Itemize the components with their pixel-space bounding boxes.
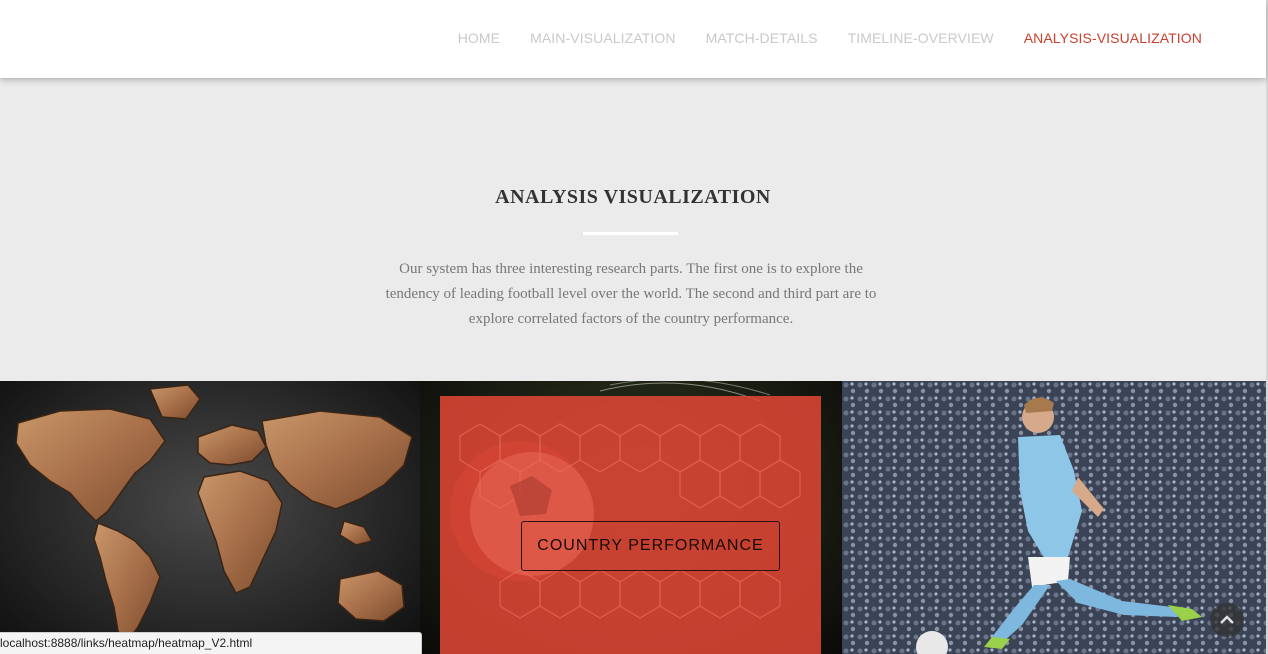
nav-item-analysis-visualization[interactable]: ANALYSIS-VISUALIZATION — [1024, 30, 1202, 46]
country-performance-tile[interactable]: COUNTRY PERFORMANCE — [420, 381, 842, 654]
nav-item-match-details[interactable]: MATCH-DETAILS — [706, 30, 818, 46]
football-player-image — [842, 381, 1266, 654]
world-map-tile[interactable] — [0, 381, 420, 654]
nav-menu: HOME MAIN-VISUALIZATION MATCH-DETAILS TI… — [428, 30, 1202, 46]
scroll-to-top-button[interactable] — [1210, 603, 1244, 637]
status-url: localhost:8888/links/heatmap/heatmap_V2.… — [0, 636, 253, 650]
section-description: Our system has three interesting researc… — [385, 261, 877, 327]
nav-item-home[interactable]: HOME — [458, 30, 500, 46]
analysis-gallery: COUNTRY PERFORMANCE — [0, 381, 1266, 654]
nav-item-main-visualization[interactable]: MAIN-VISUALIZATION — [530, 30, 675, 46]
country-performance-overlay: COUNTRY PERFORMANCE — [440, 396, 821, 654]
chevron-up-icon — [1220, 615, 1234, 624]
browser-status-bar: localhost:8888/links/heatmap/heatmap_V2.… — [0, 632, 422, 654]
world-map-image — [15, 384, 413, 645]
player-tile[interactable] — [842, 381, 1266, 654]
title-divider — [583, 232, 678, 235]
nav-item-timeline-overview[interactable]: TIMELINE-OVERVIEW — [848, 30, 994, 46]
country-performance-button[interactable]: COUNTRY PERFORMANCE — [521, 521, 780, 571]
section-title: ANALYSIS VISUALIZATION — [495, 186, 771, 208]
top-navbar: HOME MAIN-VISUALIZATION MATCH-DETAILS TI… — [0, 0, 1266, 78]
